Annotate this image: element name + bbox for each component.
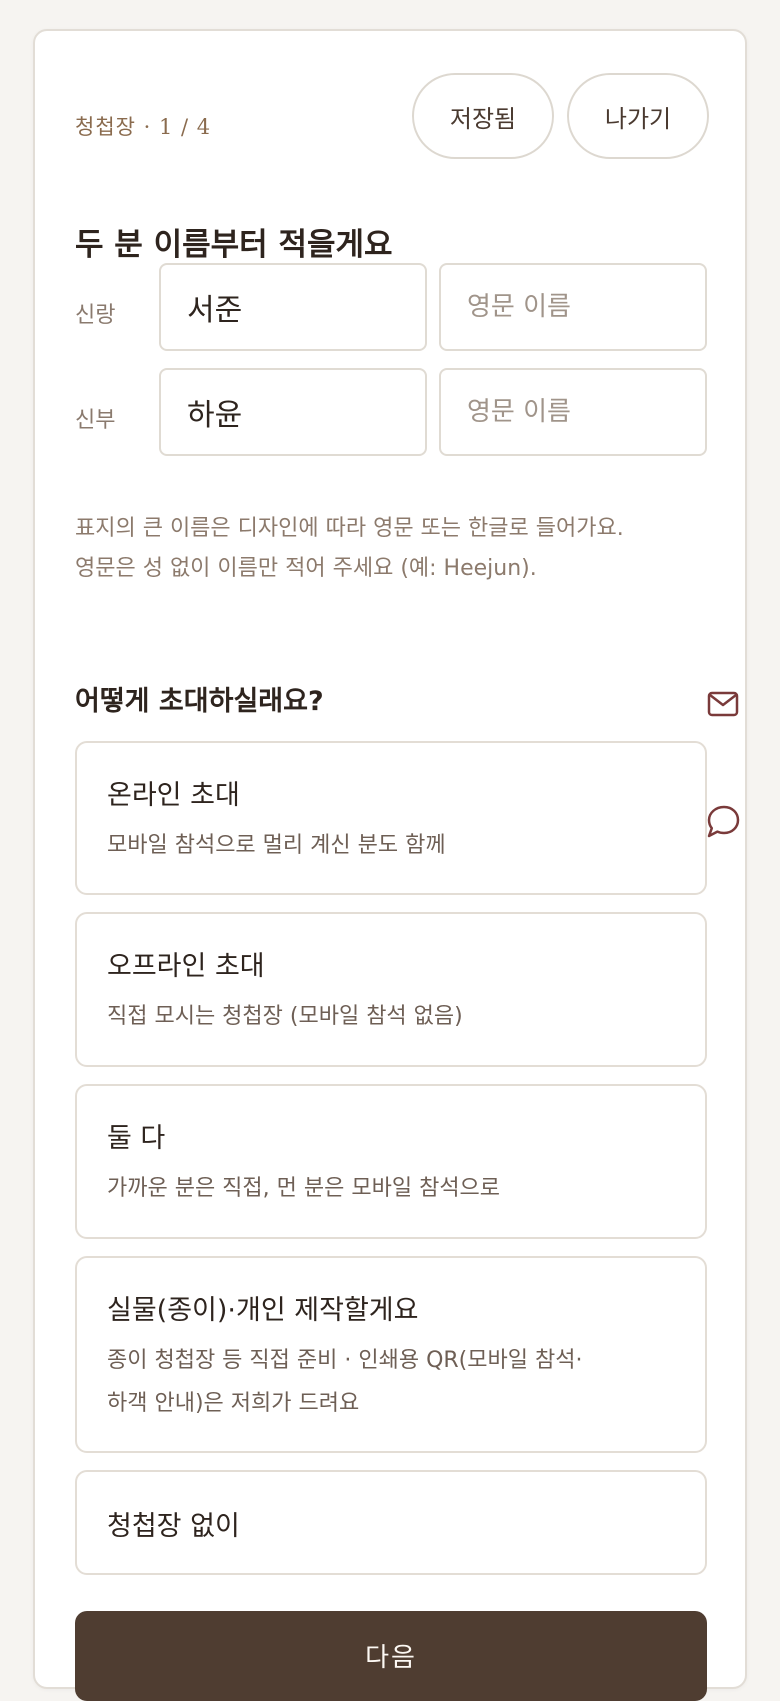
step-indicator: 청첩장 · 1 / 4 (75, 115, 212, 139)
name-hint-line-2: 영문은 성 없이 이름만 적어 주세요 (예: Heejun). (75, 556, 537, 581)
bride-english-name-input[interactable] (439, 368, 707, 456)
option-title: 둘 다 (107, 1123, 166, 1154)
option-both[interactable]: 둘 다 가까운 분은 직접, 먼 분은 모바일 참석으로 (75, 1084, 707, 1239)
groom-english-name-input[interactable] (439, 263, 707, 351)
option-physical-self-made[interactable]: 실물(종이)·개인 제작할게요 종이 청첩장 등 직접 준비 · 인쇄용 QR(… (75, 1256, 707, 1453)
chat-bubble-icon-svg (707, 805, 740, 838)
option-title: 실물(종이)·개인 제작할게요 (107, 1295, 419, 1326)
name-hint-line-1: 표지의 큰 이름은 디자인에 따라 영문 또는 한글로 들어가요. (75, 516, 624, 541)
option-description-line-1: 종이 청첩장 등 직접 준비 · 인쇄용 QR(모바일 참석· (107, 1348, 583, 1373)
option-description-line-2: 하객 안내)은 저희가 드려요 (107, 1391, 360, 1416)
mail-icon[interactable] (705, 686, 741, 722)
groom-name-row: 신랑 (75, 263, 707, 351)
option-title: 오프라인 초대 (107, 951, 265, 982)
mail-icon-svg (707, 691, 739, 717)
option-no-invitation[interactable]: 청첩장 없이 (75, 1470, 707, 1575)
option-online-invite[interactable]: 온라인 초대 모바일 참석으로 멀리 계신 분도 함께 (75, 741, 707, 895)
chat-bubble-icon[interactable] (705, 804, 741, 840)
bride-korean-name-input[interactable] (159, 368, 427, 456)
option-title: 온라인 초대 (107, 780, 240, 811)
name-hint: 표지의 큰 이름은 디자인에 따라 영문 또는 한글로 들어가요. 영문은 성 … (75, 509, 715, 589)
invitation-card: 청첩장 · 1 / 4 저장됨 나가기 두 분 이름부터 적을게요 신랑 신부 … (33, 29, 747, 1701)
option-description: 가까운 분은 직접, 먼 분은 모바일 참석으로 (107, 1176, 501, 1201)
bride-label: 신부 (75, 408, 116, 433)
option-title: 청첩장 없이 (107, 1511, 240, 1542)
invite-section-title: 어떻게 초대하실래요? (75, 686, 324, 717)
names-section-title: 두 분 이름부터 적을게요 (75, 227, 393, 263)
next-button[interactable]: 다음 (75, 1611, 707, 1701)
groom-label: 신랑 (75, 303, 116, 328)
option-offline-invite[interactable]: 오프라인 초대 직접 모시는 청첩장 (모바일 참석 없음) (75, 912, 707, 1067)
groom-korean-name-input[interactable] (159, 263, 427, 351)
option-description: 직접 모시는 청첩장 (모바일 참석 없음) (107, 1004, 463, 1029)
option-description: 모바일 참석으로 멀리 계신 분도 함께 (107, 833, 446, 858)
exit-button[interactable]: 나가기 (567, 73, 709, 159)
bride-name-row: 신부 (75, 368, 707, 456)
saved-button[interactable]: 저장됨 (412, 73, 554, 159)
header: 청첩장 · 1 / 4 저장됨 나가기 (75, 73, 709, 159)
